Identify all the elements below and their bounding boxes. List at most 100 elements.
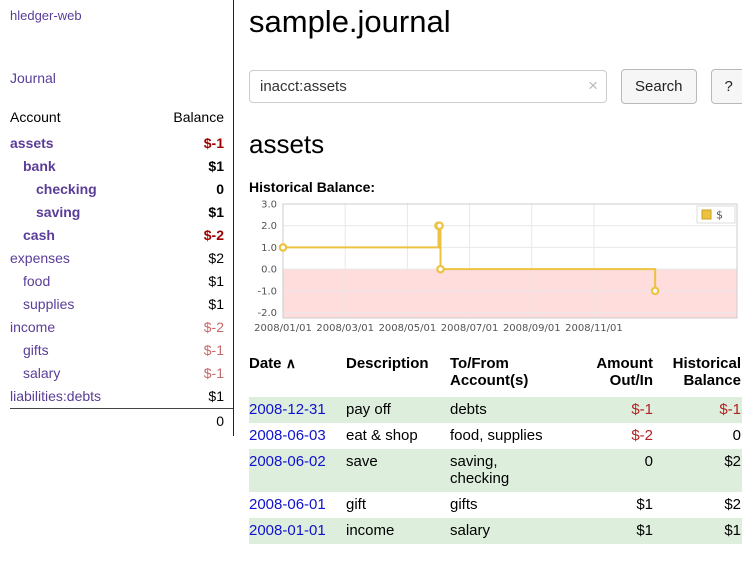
transaction-description: pay off [346,397,450,423]
account-link[interactable]: assets [10,135,54,151]
account-link[interactable]: gifts [10,342,49,358]
search-box: × [249,70,607,103]
svg-text:2008/11/01: 2008/11/01 [565,323,623,334]
search-button[interactable]: Search [621,69,697,104]
main-content: sample.journal × Search ? assets Histori… [234,0,742,544]
account-row: bank $1 [10,155,233,178]
register-table-body: 2008-12-31 pay off debts $-1 $-1 2008-06… [249,397,742,544]
svg-text:2008/07/01: 2008/07/01 [441,323,499,334]
transaction-date-link[interactable]: 2008-06-01 [249,496,326,513]
svg-text:2.0: 2.0 [261,221,277,232]
account-link[interactable]: food [10,273,50,289]
transaction-amount: $-2 [587,423,653,449]
account-row: supplies $1 [10,293,233,316]
account-row: expenses $2 [10,247,233,270]
svg-text:2008/05/01: 2008/05/01 [379,323,437,334]
account-balance: $1 [145,385,233,409]
account-balance: $1 [145,270,233,293]
transaction-accounts: salary [450,518,587,544]
account-link[interactable]: expenses [10,250,70,266]
transaction-row: 2008-06-01 gift gifts $1 $2 [249,492,742,518]
account-balance: $1 [145,201,233,224]
account-balance: $-2 [145,316,233,339]
account-balance: $-2 [145,224,233,247]
transaction-date-link[interactable]: 2008-06-02 [249,453,326,470]
account-link[interactable]: liabilities:debts [10,388,101,404]
transaction-accounts: gifts [450,492,587,518]
transaction-balance: $2 [653,449,742,492]
account-heading: assets [249,129,742,160]
help-button[interactable]: ? [711,69,742,104]
transaction-amount: $-1 [587,397,653,423]
svg-text:2008/03/01: 2008/03/01 [316,323,374,334]
transaction-amount: 0 [587,449,653,492]
transaction-accounts: debts [450,397,587,423]
search-form: × Search ? [249,69,742,104]
account-balance: 0 [145,178,233,201]
sort-ascending-icon: ∧ [286,355,296,371]
account-link[interactable]: income [10,319,55,335]
accounts-total-balance: 0 [145,409,233,434]
svg-text:-1.0: -1.0 [257,286,277,297]
transaction-balance: 0 [653,423,742,449]
account-balance: $-1 [145,362,233,385]
transaction-row: 2008-06-03 eat & shop food, supplies $-2… [249,423,742,449]
account-balance: $1 [145,293,233,316]
register-table: Date ∧ Description To/From Account(s) Am… [249,353,742,544]
svg-text:1.0: 1.0 [261,243,277,254]
sort-by-date-link[interactable]: Date [249,355,282,372]
account-link[interactable]: salary [10,365,60,381]
transaction-description: save [346,449,450,492]
clear-search-icon[interactable]: × [588,76,598,96]
chart-heading: Historical Balance: [249,179,742,195]
account-balance: $1 [145,155,233,178]
search-input[interactable] [249,70,607,103]
accounts-total-spacer [10,409,145,434]
account-row: salary $-1 [10,362,233,385]
account-row: cash $-2 [10,224,233,247]
account-row: assets $-1 [10,132,233,155]
page-title: sample.journal [249,4,742,40]
register-header-row: Date ∧ Description To/From Account(s) Am… [249,353,742,397]
register-header-description: Description [346,353,450,397]
account-row: gifts $-1 [10,339,233,362]
svg-text:$: $ [716,209,723,222]
svg-text:0.0: 0.0 [261,265,277,276]
transaction-description: gift [346,492,450,518]
transaction-accounts: saving, checking [450,449,587,492]
transaction-date-link[interactable]: 2008-01-01 [249,522,326,539]
account-link[interactable]: cash [10,227,55,243]
account-balance: $2 [145,247,233,270]
sidebar: hledger-web Journal Account Balance asse… [0,0,234,436]
transaction-row: 2008-01-01 income salary $1 $1 [249,518,742,544]
account-row: checking 0 [10,178,233,201]
register-header-amount: Amount Out/In [587,353,653,397]
transaction-balance: $-1 [653,397,742,423]
transaction-amount: $1 [587,518,653,544]
account-row: saving $1 [10,201,233,224]
account-balance: $-1 [145,339,233,362]
transaction-date-link[interactable]: 2008-12-31 [249,401,326,418]
transaction-description: income [346,518,450,544]
account-row: food $1 [10,270,233,293]
transaction-balance: $2 [653,492,742,518]
account-link[interactable]: supplies [10,296,74,312]
transaction-row: 2008-12-31 pay off debts $-1 $-1 [249,397,742,423]
svg-text:-2.0: -2.0 [257,308,277,319]
register-header-date: Date ∧ [249,353,346,397]
svg-text:3.0: 3.0 [261,200,277,211]
svg-text:2008/09/01: 2008/09/01 [503,323,561,334]
accounts-header-account: Account [10,107,145,132]
app-title-link[interactable]: hledger-web [10,8,233,23]
account-link[interactable]: saving [10,204,80,220]
account-balance: $-1 [145,132,233,155]
account-row: income $-2 [10,316,233,339]
account-row: liabilities:debts $1 [10,385,233,409]
accounts-table-body: assets $-1 bank $1 checking 0 saving $1 … [10,132,233,409]
register-header-balance: Historical Balance [653,353,742,397]
account-link[interactable]: checking [10,181,97,197]
transaction-date-link[interactable]: 2008-06-03 [249,427,326,444]
journal-link[interactable]: Journal [10,70,233,86]
historical-balance-chart: $3.02.01.00.0-1.0-2.02008/01/012008/03/0… [249,200,742,340]
account-link[interactable]: bank [10,158,56,174]
